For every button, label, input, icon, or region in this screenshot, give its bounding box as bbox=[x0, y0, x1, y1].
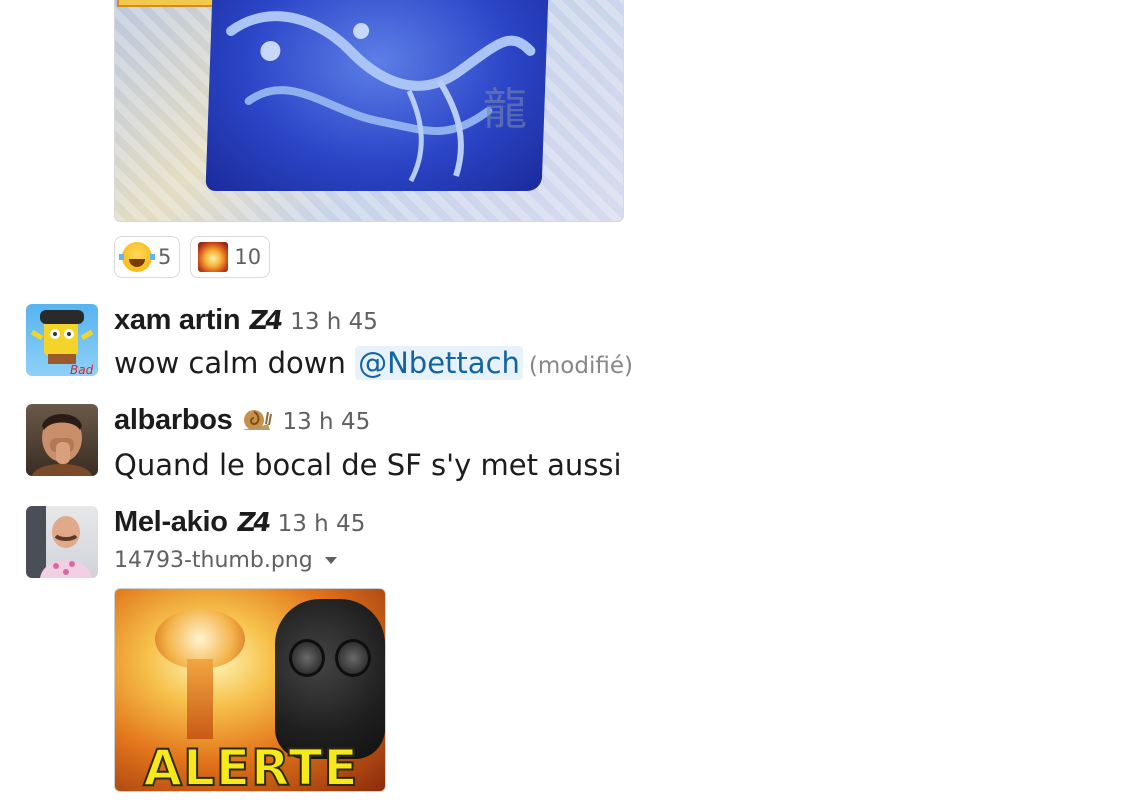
chevron-down-icon[interactable] bbox=[324, 557, 337, 564]
user-mention[interactable]: @Nbettach bbox=[355, 346, 523, 380]
message-header: Mel-akio Z4 13 h 45 bbox=[114, 506, 365, 539]
message-text: wow calm down @Nbettach (modifié) bbox=[114, 346, 633, 380]
avatar[interactable] bbox=[26, 404, 98, 476]
svg-text:Bad: Bad bbox=[70, 363, 94, 376]
attached-image-dragon-cloth[interactable]: 龍 bbox=[114, 0, 624, 222]
username[interactable]: xam artin bbox=[114, 304, 241, 337]
z4-status-icon: Z4 bbox=[247, 306, 283, 336]
message-body: wow calm down bbox=[114, 346, 356, 380]
gas-mask-figure bbox=[275, 599, 385, 759]
edited-label: (modifié) bbox=[528, 353, 633, 379]
reaction-joy[interactable]: 5 bbox=[114, 236, 181, 278]
timestamp[interactable]: 13 h 45 bbox=[290, 309, 378, 335]
kanji-character: 龍 bbox=[483, 84, 527, 135]
file-name-label[interactable]: 14793-thumb.png bbox=[114, 548, 313, 573]
message-header: albarbos 13 h 45 bbox=[114, 404, 370, 437]
z4-status-icon: Z4 bbox=[234, 508, 270, 538]
message-feed: 龍 5 10 Bad xam artin Z4 13 h 45 wow calm… bbox=[0, 0, 1128, 810]
reactions-bar: 5 10 bbox=[114, 236, 271, 278]
username[interactable]: Mel-akio bbox=[114, 506, 228, 539]
attached-image-alerte[interactable]: ALERTE bbox=[114, 588, 386, 792]
reaction-count: 5 bbox=[158, 245, 172, 269]
message-header: xam artin Z4 13 h 45 bbox=[114, 304, 378, 337]
avatar[interactable]: Bad bbox=[26, 304, 98, 376]
file-name: 14793-thumb.png bbox=[114, 548, 337, 573]
username[interactable]: albarbos bbox=[114, 404, 233, 437]
mushroom-stem bbox=[187, 659, 213, 739]
timestamp[interactable]: 13 h 45 bbox=[282, 409, 370, 435]
reaction-explosion[interactable]: 10 bbox=[190, 236, 271, 278]
image-caption: ALERTE bbox=[142, 738, 359, 792]
timestamp[interactable]: 13 h 45 bbox=[278, 511, 366, 537]
avatar[interactable] bbox=[26, 506, 98, 578]
reaction-count: 10 bbox=[234, 245, 262, 269]
joy-emoji-icon bbox=[119, 242, 155, 272]
message-text: Quand le bocal de SF s'y met aussi bbox=[114, 448, 622, 482]
snail-icon bbox=[240, 408, 273, 432]
explosion-emoji-icon bbox=[198, 242, 229, 272]
